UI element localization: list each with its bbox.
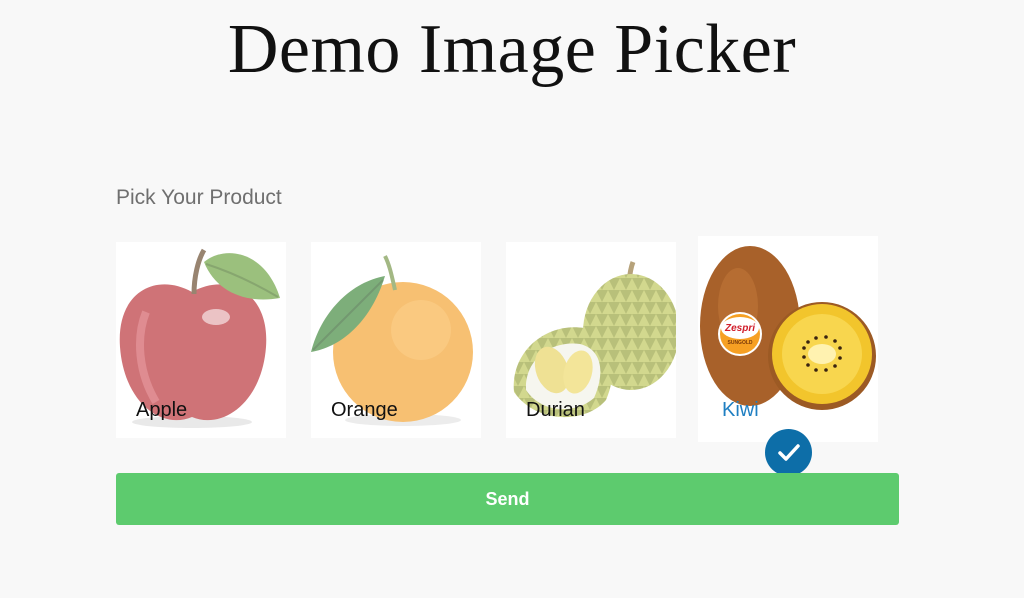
image-picker-page: Demo Image Picker Pick Your Product Appl… bbox=[0, 0, 1024, 598]
option-orange[interactable]: Orange bbox=[311, 242, 481, 438]
option-label-durian: Durian bbox=[526, 399, 585, 421]
option-label-kiwi: Kiwi bbox=[722, 399, 759, 421]
kiwi-sticker-sub: SUNGOLD bbox=[728, 340, 753, 346]
page-title: Demo Image Picker bbox=[227, 11, 797, 88]
checkmark-icon bbox=[778, 444, 800, 461]
option-apple[interactable]: Apple bbox=[116, 242, 286, 438]
selected-badge bbox=[765, 429, 812, 476]
send-button[interactable]: Send bbox=[116, 473, 899, 525]
kiwi-sticker-brand: Zespri bbox=[724, 323, 755, 334]
picker-prompt: Pick Your Product bbox=[116, 186, 282, 209]
option-kiwi[interactable]: Zespri SUNGOLD Kiwi bbox=[698, 236, 878, 442]
option-label-apple: Apple bbox=[136, 399, 188, 421]
option-durian[interactable]: Durian bbox=[506, 242, 676, 438]
option-label-orange: Orange bbox=[331, 399, 398, 421]
